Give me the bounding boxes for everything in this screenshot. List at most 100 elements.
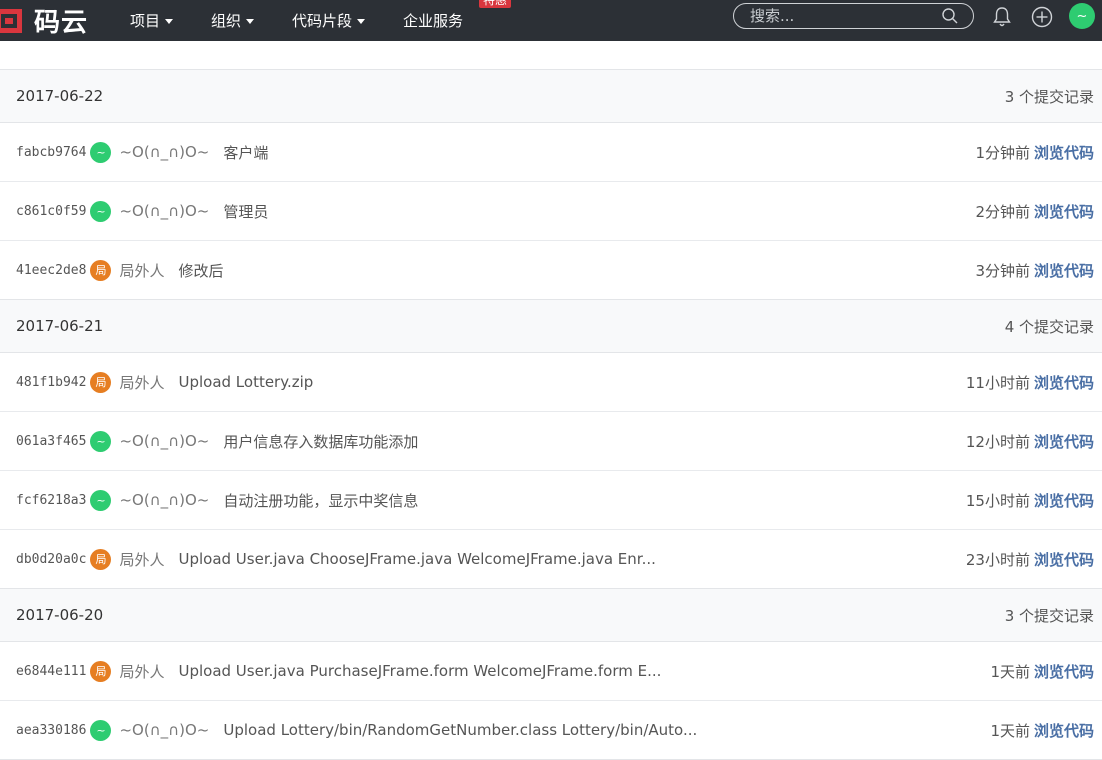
- commit-message[interactable]: Upload Lottery.zip: [178, 373, 313, 391]
- nav-snippets[interactable]: 代码片段: [292, 10, 366, 31]
- commit-count: 4 个提交记录: [1004, 317, 1094, 336]
- commit-message[interactable]: Upload User.java PurchaseJFrame.form Wel…: [178, 662, 661, 680]
- commit-sha-link[interactable]: db0d20a0c: [16, 552, 86, 567]
- author-name[interactable]: 局外人: [119, 372, 164, 393]
- commit-row: c861c0f59 ~ ~O(∩_∩)O~ 管理员 2分钟前 浏览代码: [0, 182, 1102, 241]
- commit-info: 061a3f465 ~ ~O(∩_∩)O~ 用户信息存入数据库功能添加: [16, 430, 418, 452]
- commit-time: 15小时前: [965, 491, 1030, 510]
- commit-message[interactable]: 修改后: [178, 260, 223, 281]
- commit-sha-link[interactable]: c861c0f59: [16, 204, 86, 219]
- nav-enterprise-label: 企业服务: [403, 12, 464, 30]
- commit-time: 11小时前: [965, 373, 1030, 392]
- nav-snippets-label: 代码片段: [292, 12, 353, 30]
- commit-message[interactable]: 管理员: [223, 201, 268, 222]
- browse-code-link[interactable]: 浏览代码: [1034, 260, 1094, 281]
- group-date: 2017-06-20: [16, 606, 104, 624]
- browse-code-link[interactable]: 浏览代码: [1034, 201, 1094, 222]
- nav-organizations[interactable]: 组织: [211, 10, 255, 31]
- commit-row: fabcb9764 ~ ~O(∩_∩)O~ 客户端 1分钟前 浏览代码: [0, 123, 1102, 182]
- author-avatar[interactable]: ~: [90, 489, 112, 511]
- commit-time: 1分钟前: [975, 143, 1030, 162]
- commit-sha-link[interactable]: fcf6218a3: [16, 493, 86, 508]
- commit-row: e6844e111 局局外人 Upload User.java PurchaseJF…: [0, 642, 1102, 701]
- commit-message[interactable]: 用户信息存入数据库功能添加: [223, 431, 418, 452]
- promo-badge: 特惠: [479, 0, 512, 8]
- commit-count: 3 个提交记录: [1004, 87, 1094, 106]
- commit-message[interactable]: Upload Lottery/bin/RandomGetNumber.class…: [223, 721, 697, 739]
- search-icon[interactable]: [941, 7, 959, 25]
- commit-meta: 1天前 浏览代码: [990, 720, 1094, 741]
- commit-row: db0d20a0c 局局外人 Upload User.java ChooseJFra…: [0, 530, 1102, 589]
- user-avatar[interactable]: ~: [1069, 3, 1095, 29]
- commit-sha-link[interactable]: 481f1b942: [16, 375, 86, 390]
- browse-code-link[interactable]: 浏览代码: [1034, 372, 1094, 393]
- commit-info: fcf6218a3 ~ ~O(∩_∩)O~ 自动注册功能，显示中奖信息: [16, 489, 418, 511]
- commit-sha-link[interactable]: e6844e111: [16, 664, 86, 679]
- commit-time: 1天前: [990, 721, 1030, 740]
- commit-time: 2分钟前: [975, 202, 1030, 221]
- author-avatar[interactable]: 局: [90, 371, 112, 393]
- browse-code-link[interactable]: 浏览代码: [1034, 661, 1094, 682]
- author-avatar[interactable]: 局: [90, 259, 112, 281]
- commit-list: 2017-06-22 3 个提交记录 fabcb9764 ~ ~O(∩_∩)O~ 客户端 1…: [0, 41, 1102, 760]
- commit-meta: 15小时前 浏览代码: [966, 490, 1094, 511]
- commit-row: 061a3f465 ~ ~O(∩_∩)O~ 用户信息存入数据库功能添加 12小时前 浏览代…: [0, 412, 1102, 471]
- author-name[interactable]: 局外人: [119, 661, 164, 682]
- browse-code-link[interactable]: 浏览代码: [1034, 720, 1094, 741]
- commit-meta: 11小时前 浏览代码: [966, 372, 1094, 393]
- commit-info: e6844e111 局局外人 Upload User.java PurchaseJF…: [16, 660, 661, 682]
- group-date: 2017-06-21: [16, 317, 104, 335]
- author-avatar[interactable]: ~: [90, 200, 112, 222]
- commit-message[interactable]: 自动注册功能，显示中奖信息: [223, 490, 418, 511]
- plus-icon[interactable]: [1031, 6, 1053, 28]
- commit-time: 1天前: [990, 662, 1030, 681]
- commit-message[interactable]: Upload User.java ChooseJFrame.java Welco…: [178, 550, 655, 568]
- author-avatar[interactable]: 局: [90, 660, 112, 682]
- search-box: [733, 3, 974, 29]
- commit-row: aea330186 ~ ~O(∩_∩)O~ Upload Lottery/bin/Ra…: [0, 701, 1102, 760]
- commit-row: 481f1b942 局局外人 Upload Lottery.zip 11小时前 浏览代码: [0, 353, 1102, 412]
- commit-sha-link[interactable]: fabcb9764: [16, 145, 86, 160]
- commit-message[interactable]: 客户端: [223, 142, 268, 163]
- group-date: 2017-06-22: [16, 87, 104, 105]
- commit-info: 41eec2de8 局局外人 修改后: [16, 259, 223, 281]
- browse-code-link[interactable]: 浏览代码: [1034, 490, 1094, 511]
- author-name[interactable]: ~O(∩_∩)O~: [119, 432, 209, 450]
- commit-time: 23小时前: [965, 550, 1030, 569]
- commit-info: aea330186 ~ ~O(∩_∩)O~ Upload Lottery/bin/Ra…: [16, 719, 697, 741]
- commit-time: 3分钟前: [975, 261, 1030, 280]
- search-input[interactable]: [750, 7, 930, 25]
- commit-meta: 2分钟前 浏览代码: [975, 201, 1094, 222]
- logo[interactable]: 码云: [0, 0, 88, 41]
- commit-row: 41eec2de8 局局外人 修改后 3分钟前 浏览代码: [0, 241, 1102, 300]
- browse-code-link[interactable]: 浏览代码: [1034, 549, 1094, 570]
- author-name[interactable]: ~O(∩_∩)O~: [119, 721, 209, 739]
- author-name[interactable]: 局外人: [119, 549, 164, 570]
- date-group-header: 2017-06-21 4 个提交记录: [0, 300, 1102, 353]
- bell-icon[interactable]: [992, 6, 1012, 28]
- author-avatar[interactable]: ~: [90, 430, 112, 452]
- commit-info: c861c0f59 ~ ~O(∩_∩)O~ 管理员: [16, 200, 268, 222]
- commit-info: db0d20a0c 局局外人 Upload User.java ChooseJFra…: [16, 548, 656, 570]
- date-group-header: 2017-06-20 3 个提交记录: [0, 589, 1102, 642]
- nav-enterprise[interactable]: 企业服务 特惠: [403, 0, 512, 31]
- author-avatar[interactable]: ~: [90, 719, 112, 741]
- browse-code-link[interactable]: 浏览代码: [1034, 142, 1094, 163]
- commit-sha-link[interactable]: aea330186: [16, 723, 86, 738]
- author-name[interactable]: ~O(∩_∩)O~: [119, 143, 209, 161]
- author-name[interactable]: ~O(∩_∩)O~: [119, 491, 209, 509]
- browse-code-link[interactable]: 浏览代码: [1034, 431, 1094, 452]
- author-name[interactable]: ~O(∩_∩)O~: [119, 202, 209, 220]
- top-navbar: 码云 项目 组织 代码片段 企业服务 特惠 ~: [0, 0, 1102, 41]
- commit-sha-link[interactable]: 41eec2de8: [16, 263, 86, 278]
- commit-meta: 1分钟前 浏览代码: [975, 142, 1094, 163]
- author-avatar[interactable]: ~: [90, 141, 112, 163]
- commit-time: 12小时前: [965, 432, 1030, 451]
- chevron-down-icon: [357, 19, 366, 24]
- author-name[interactable]: 局外人: [119, 260, 164, 281]
- nav-projects[interactable]: 项目: [130, 10, 174, 31]
- commit-sha-link[interactable]: 061a3f465: [16, 434, 86, 449]
- author-avatar[interactable]: 局: [90, 548, 112, 570]
- main-nav: 项目 组织 代码片段 企业服务 特惠: [130, 0, 512, 41]
- nav-projects-label: 项目: [130, 12, 161, 30]
